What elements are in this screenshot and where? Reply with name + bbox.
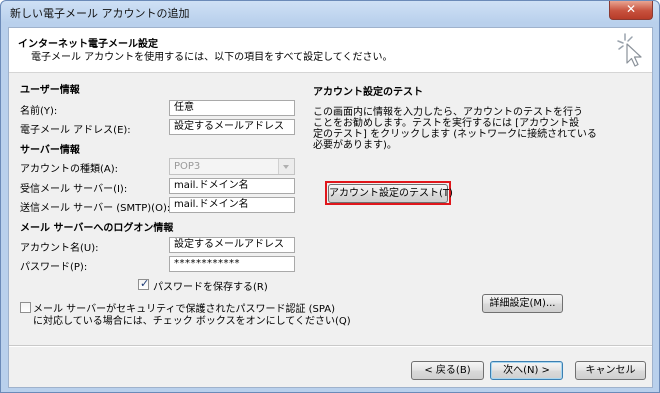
account-type-select: POP3 bbox=[169, 158, 295, 175]
password-label: パスワード(P): bbox=[20, 262, 88, 273]
settings-panel: ユーザー情報 名前(Y): 任意 電子メール アドレス(E): 設定するメールア… bbox=[18, 81, 643, 343]
chevron-down-icon bbox=[278, 159, 294, 174]
checkmark-icon: ✓ bbox=[140, 277, 150, 290]
incoming-server-label: 受信メール サーバー(I): bbox=[20, 184, 128, 195]
spa-label-line2: に対応している場合には、チェック ボックスをオンにしてください(Q) bbox=[33, 316, 351, 327]
test-heading: アカウント設定のテスト bbox=[313, 87, 423, 98]
advanced-settings-button[interactable]: 詳細設定(M)... bbox=[482, 294, 563, 313]
window-title: 新しい電子メール アカウントの追加 bbox=[10, 7, 190, 20]
name-field[interactable]: 任意 bbox=[169, 100, 295, 116]
test-description-line4: 必要があります)。 bbox=[313, 140, 397, 151]
outgoing-server-field[interactable]: mail.ドメイン名 bbox=[169, 197, 295, 213]
wizard-header: インターネット電子メール設定 電子メール アカウントを使用するには、以下の項目を… bbox=[9, 28, 652, 73]
name-label: 名前(Y): bbox=[20, 106, 58, 117]
account-name-label: アカウント名(U): bbox=[20, 243, 99, 254]
incoming-server-field[interactable]: mail.ドメイン名 bbox=[169, 178, 295, 194]
logon-info-heading: メール サーバーへのログオン情報 bbox=[20, 223, 174, 234]
outgoing-server-label: 送信メール サーバー (SMTP)(O): bbox=[20, 203, 171, 214]
wizard-cursor-icon bbox=[617, 33, 642, 67]
title-bar: 新しい電子メール アカウントの追加 ✕ bbox=[1, 1, 659, 23]
cancel-button[interactable]: キャンセル bbox=[575, 361, 646, 380]
account-type-value: POP3 bbox=[174, 161, 201, 172]
footer-divider bbox=[9, 345, 652, 347]
email-label: 電子メール アドレス(E): bbox=[20, 125, 131, 136]
dialog-client-area: インターネット電子メール設定 電子メール アカウントを使用するには、以下の項目を… bbox=[8, 27, 653, 388]
test-account-settings-button[interactable]: アカウント設定のテスト(T) bbox=[328, 184, 453, 203]
remember-password-checkbox[interactable]: ✓ bbox=[138, 277, 150, 290]
next-button[interactable]: 次へ(N) > bbox=[490, 361, 563, 380]
back-button[interactable]: < 戻る(B) bbox=[411, 361, 484, 380]
user-info-heading: ユーザー情報 bbox=[20, 85, 80, 96]
server-info-heading: サーバー情報 bbox=[20, 145, 80, 156]
remember-password-label: パスワードを保存する(R) bbox=[153, 282, 268, 293]
spa-checkbox[interactable] bbox=[20, 302, 31, 313]
dialog-window: 新しい電子メール アカウントの追加 ✕ インターネット電子メール設定 電子メール… bbox=[0, 0, 660, 393]
account-type-label: アカウントの種類(A): bbox=[20, 164, 119, 175]
close-button[interactable]: ✕ bbox=[609, 1, 653, 20]
account-name-field[interactable]: 設定するメールアドレス bbox=[169, 237, 295, 253]
test-description-line1: この画面内に情報を入力したら、アカウントのテストを行う bbox=[313, 107, 583, 118]
password-field[interactable]: ************ bbox=[169, 256, 295, 272]
header-subtitle: 電子メール アカウントを使用するには、以下の項目をすべて設定してください。 bbox=[31, 52, 393, 63]
email-field[interactable]: 設定するメールアドレス bbox=[169, 119, 295, 135]
test-description-line2: ことをお勧めします。テストを実行するには [アカウント設 bbox=[313, 118, 580, 129]
test-description-line3: 定のテスト] をクリックします (ネットワークに接続されている bbox=[313, 129, 597, 140]
